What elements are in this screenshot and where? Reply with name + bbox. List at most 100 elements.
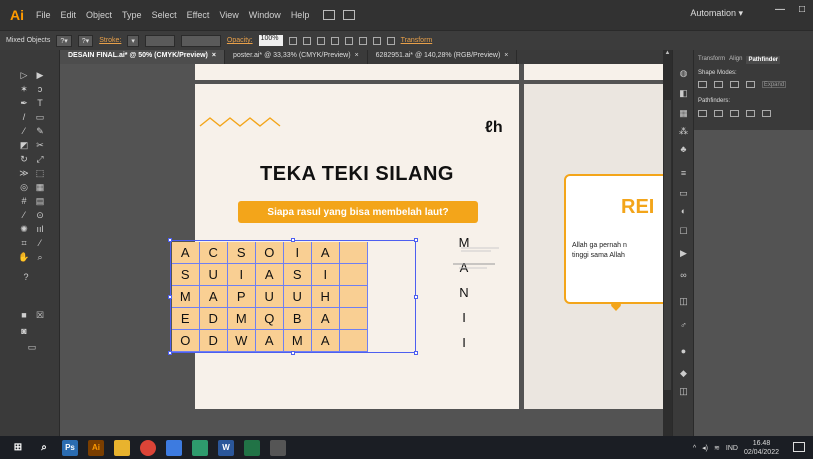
stroke-panel-icon[interactable]: ≡ [678,168,689,179]
mesh-tool-icon[interactable]: # [18,196,30,206]
gradient-panel-icon[interactable]: ▭ [678,188,689,199]
grid-cell[interactable] [340,286,368,308]
color-panel-icon[interactable]: ◍ [678,68,689,79]
close-icon[interactable]: × [504,52,508,62]
resize-handle[interactable] [414,238,418,242]
scissors-icon[interactable]: ✂ [34,140,46,150]
resize-handle[interactable] [414,351,418,355]
free-transform-icon[interactable]: ⬚ [34,168,46,178]
word-icon[interactable]: W [218,439,234,456]
grid-cell[interactable]: Q [256,308,284,330]
pen-tool-icon[interactable]: ✒ [18,98,30,108]
vertical-scrollbar[interactable]: ▲ [663,50,672,436]
paintbrush-icon[interactable]: ⁄ [18,126,30,136]
excel-icon[interactable] [244,439,260,456]
grid-cell[interactable]: A [312,308,340,330]
appearance-icon[interactable]: ☐ [678,226,689,237]
type-tool-icon[interactable]: T [34,98,46,108]
align-bottom-icon[interactable] [372,36,381,45]
grid-cell[interactable]: W [228,330,256,352]
merge-icon[interactable] [730,110,739,117]
tab-6282951[interactable]: 6282951.ai* @ 140,28% (RGB/Preview) × [368,50,518,64]
grid-cell[interactable]: U [256,286,284,308]
unite-icon[interactable] [698,81,707,88]
magic-wand-icon[interactable]: ✶ [18,84,30,94]
search-icon[interactable]: ⌕ [36,440,52,456]
eraser-icon[interactable]: ◩ [18,140,30,150]
column-graph-icon[interactable]: ııl [34,224,46,234]
align-center-icon[interactable] [316,36,325,45]
close-icon[interactable]: × [212,52,216,62]
chrome-icon[interactable] [140,439,156,456]
pencil-icon[interactable]: ✎ [34,126,46,136]
scale-tool-icon[interactable]: ⤢ [34,154,46,164]
crop-icon[interactable] [746,110,755,117]
app-6-icon[interactable] [192,439,208,456]
line-tool-icon[interactable]: / [18,112,30,122]
resize-handle[interactable] [414,295,418,299]
grid-cell[interactable]: M [284,330,312,352]
lasso-icon[interactable]: ↄ [34,84,46,94]
draw-mode-icon[interactable]: ◙ [18,326,30,336]
photoshop-icon[interactable]: Ps [62,439,78,456]
menu-object[interactable]: Object [86,10,112,20]
grid-cell[interactable]: I [312,264,340,286]
windows-start-icon[interactable]: ⊞ [10,440,26,456]
grid-cell[interactable]: B [284,308,312,330]
shape-builder-icon[interactable]: ◎ [18,182,30,192]
bridge-icon[interactable] [323,10,336,20]
color-guide-icon[interactable]: ◧ [678,88,689,99]
grid-cell[interactable]: A [312,242,340,264]
grid-cell[interactable]: U [200,264,228,286]
menu-effect[interactable]: Effect [187,10,210,20]
app-9-icon[interactable] [270,439,286,456]
grid-cell[interactable] [340,308,368,330]
slice-tool-icon[interactable]: ⁄ [34,238,46,248]
chevron-up-icon[interactable]: ^ [693,445,696,452]
grid-cell[interactable]: M [172,286,200,308]
layers-stack-icon[interactable]: ◆ [678,368,689,379]
brush-definition[interactable] [180,34,221,47]
canvas[interactable]: ℓh TEKA TEKI SILANG Siapa rasul yang bis… [60,64,664,436]
volume-icon[interactable]: ◂) [702,444,708,452]
blend-tool-icon[interactable]: ⊙ [34,210,46,220]
grid-cell[interactable]: S [172,264,200,286]
grid-cell[interactable]: A [256,330,284,352]
grid-cell[interactable]: S [284,264,312,286]
grid-cell[interactable]: E [172,308,200,330]
stroke-weight-input[interactable]: ▾ [127,34,139,47]
grid-cell[interactable]: O [172,330,200,352]
scrollbar-thumb[interactable] [664,100,671,390]
maximize-icon[interactable]: □ [791,0,813,18]
menu-window[interactable]: Window [249,10,281,20]
grid-cell[interactable]: D [200,308,228,330]
transform-link[interactable]: Transform [401,37,433,44]
grid-cell[interactable]: P [228,286,256,308]
minus-front-icon[interactable] [714,81,723,88]
menu-help[interactable]: Help [291,10,310,20]
workspace-switcher[interactable]: Automation ▾ [690,8,743,19]
rotate-tool-icon[interactable]: ↻ [18,154,30,164]
crossword-grid[interactable]: A C S O I A S U I A S I M A P U U H E D … [172,242,368,352]
width-tool-icon[interactable]: ≫ [18,168,30,178]
none-swatch-icon[interactable]: ☒ [34,310,46,320]
menu-file[interactable]: File [36,10,51,20]
grid-cell[interactable]: I [228,264,256,286]
menu-select[interactable]: Select [152,10,177,20]
menu-view[interactable]: View [219,10,238,20]
links-icon[interactable]: ♂ [678,320,689,331]
grid-cell[interactable]: U [284,286,312,308]
direct-selection-tool-icon[interactable]: ▶ [34,70,46,80]
gradient-tool-icon[interactable]: ▤ [34,196,46,206]
artboard-secondary[interactable]: REI Allah ga pernah n tinggi sama Allah [524,84,664,409]
symbol-sprayer-icon[interactable]: ✺ [18,224,30,234]
grid-cell[interactable]: D [200,330,228,352]
grid-cell[interactable]: H [312,286,340,308]
opacity-input[interactable]: 100% [258,35,283,46]
tab-pathfinder[interactable]: Pathfinder [746,56,781,64]
fill-swatch[interactable]: ?▾ [56,34,72,47]
distribute-icon[interactable] [386,36,395,45]
color-mode-icon[interactable]: ■ [18,310,30,320]
arrange-documents-icon[interactable] [343,10,356,20]
recolor-icon[interactable] [288,36,297,45]
